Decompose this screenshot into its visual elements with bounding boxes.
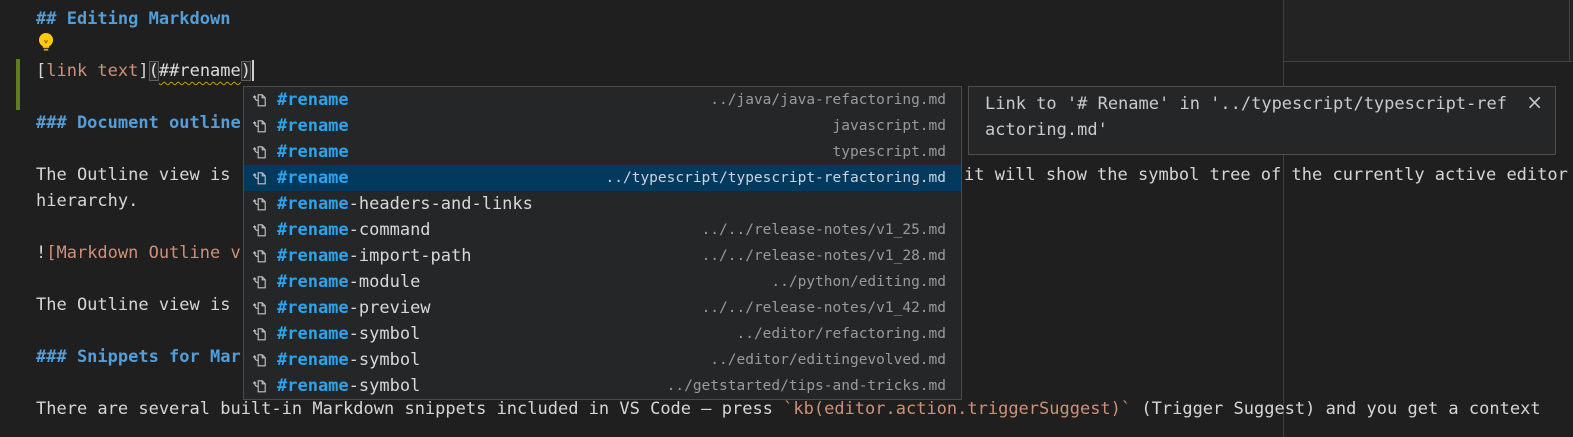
heading-snippets[interactable]: ### Snippets for Mar	[36, 344, 241, 370]
panel-bottom-line	[1283, 61, 1573, 62]
reference-icon	[252, 144, 268, 160]
line-hierarchy[interactable]: hierarchy.	[36, 188, 138, 214]
line-outline-2[interactable]: The Outline view is	[36, 292, 230, 318]
line-outline-right[interactable]: it will show the symbol tree of the curr…	[964, 162, 1568, 188]
text-segment-squiggle: ##rename	[159, 61, 241, 81]
text-segment-text: (Trigger Suggest) and you get a context	[1131, 399, 1540, 419]
suggestion-file-path: ../../release-notes/v1_25.md	[702, 222, 946, 238]
close-icon[interactable]: ×	[1526, 91, 1543, 113]
suggestion-file-path: ../../release-notes/v1_28.md	[702, 248, 946, 264]
suggestion-item-selected[interactable]: #rename ../typescript/typescript-refactor…	[244, 165, 961, 191]
suggestion-label-match: #rename	[277, 194, 349, 214]
text-segment-heading: ## Editing Markdown	[36, 9, 230, 29]
suggestion-item[interactable]: #rename-command ../../release-notes/v1_25…	[244, 217, 961, 243]
suggestion-item[interactable]: #rename typescript.md	[244, 139, 961, 165]
text-segment-link: [Markdown Outline v	[46, 243, 240, 263]
line-link-edit[interactable]: [link text](##rename)	[36, 58, 254, 84]
suggestion-label-match: #rename	[277, 376, 349, 396]
text-segment-bracket: )	[241, 61, 251, 81]
panel-edge-line	[1569, 0, 1570, 61]
suggestion-label-match: #rename	[277, 246, 349, 266]
suggestion-item[interactable]: #rename ../java/java-refactoring.md	[244, 87, 961, 113]
text-segment-text: The Outline view is	[36, 165, 230, 185]
suggestion-label-match: #rename	[277, 116, 349, 136]
text-segment-bracket: (	[149, 61, 159, 81]
text-segment-punct: [	[36, 61, 46, 81]
suggestion-label-match: #rename	[277, 350, 349, 370]
suggestion-item[interactable]: #rename-symbol ../getstarted/tips-and-tri…	[244, 373, 961, 399]
reference-icon	[252, 170, 268, 186]
suggestion-file-path: typescript.md	[833, 144, 947, 160]
text-cursor	[252, 60, 254, 81]
suggestion-label-match: #rename	[277, 220, 349, 240]
suggestion-label-rest: -command	[349, 220, 431, 240]
suggestion-item[interactable]: #rename javascript.md	[244, 113, 961, 139]
suggestion-file-path: ../getstarted/tips-and-tricks.md	[667, 378, 946, 394]
heading-document-outline[interactable]: ### Document outline	[36, 110, 241, 136]
text-segment-text: The Outline view is	[36, 295, 230, 315]
suggestion-file-path: ../editor/refactoring.md	[736, 326, 946, 342]
suggestion-label-rest: -import-path	[349, 246, 472, 266]
suggestion-label-match: #rename	[277, 298, 349, 318]
text-segment-link: link text	[46, 61, 138, 81]
suggestion-file-path: ../typescript/typescript-refactoring.md	[606, 170, 946, 186]
lightbulb-icon[interactable]	[36, 31, 56, 60]
reference-icon	[252, 196, 268, 212]
suggestion-item[interactable]: #rename-module ../python/editing.md	[244, 269, 961, 295]
suggest-details-popup: Link to '# Rename' in '../typescript/typ…	[968, 86, 1556, 155]
suggestion-label-rest: -module	[349, 272, 421, 292]
reference-icon	[252, 118, 268, 134]
reference-icon	[252, 222, 268, 238]
text-segment-text: There are several built-in Markdown snip…	[36, 399, 783, 419]
editor-ruler-line	[1283, 0, 1284, 437]
suggestion-label-match: #rename	[277, 324, 349, 344]
heading-editing-markdown[interactable]: ## Editing Markdown	[36, 6, 230, 32]
text-segment-text: it will show the symbol tree of the curr…	[964, 165, 1568, 185]
suggestion-label-rest: -symbol	[349, 324, 421, 344]
reference-icon	[252, 326, 268, 342]
suggestion-item[interactable]: #rename-preview ../../release-notes/v1_42…	[244, 295, 961, 321]
line-image-markdown-outline[interactable]: ![Markdown Outline v	[36, 240, 241, 266]
suggestion-item[interactable]: #rename-import-path ../../release-notes/v…	[244, 243, 961, 269]
text-segment-text: hierarchy.	[36, 191, 138, 211]
line-outline-left[interactable]: The Outline view is	[36, 162, 230, 188]
gutter-modified-indicator	[16, 59, 20, 110]
reference-icon	[252, 274, 268, 290]
suggestion-label-match: #rename	[277, 90, 349, 110]
suggestion-label-match: #rename	[277, 272, 349, 292]
suggestion-label-match: #rename	[277, 142, 349, 162]
suggestion-item[interactable]: #rename-symbol ../editor/editingevolved.m…	[244, 347, 961, 373]
suggestion-item[interactable]: #rename-headers-and-links	[244, 191, 961, 217]
suggestion-file-path: ../python/editing.md	[771, 274, 946, 290]
reference-icon	[252, 248, 268, 264]
reference-icon	[252, 378, 268, 394]
suggestion-label-match: #rename	[277, 168, 349, 188]
text-segment-punct: !	[36, 243, 46, 263]
suggest-details-text: Link to '# Rename' in '../typescript/typ…	[985, 91, 1507, 143]
suggestion-label-rest: -symbol	[349, 350, 421, 370]
top-right-panel-corner	[1283, 0, 1573, 61]
suggest-widget: #rename ../java/java-refactoring.md #rena…	[243, 86, 962, 400]
suggestion-file-path: ../../release-notes/v1_42.md	[702, 300, 946, 316]
suggestion-label-rest: -headers-and-links	[349, 194, 533, 214]
reference-icon	[252, 92, 268, 108]
reference-icon	[252, 300, 268, 316]
text-segment-heading: ### Snippets for Mar	[36, 347, 241, 367]
text-segment-punct: ]	[138, 61, 148, 81]
suggestion-file-path: javascript.md	[833, 118, 947, 134]
suggestion-label-rest: -preview	[349, 298, 431, 318]
reference-icon	[252, 352, 268, 368]
vscode-editor: { "colors": { "editor_bg": "#1F1F20", "t…	[0, 0, 1573, 437]
suggestion-item[interactable]: #rename-symbol ../editor/refactoring.md	[244, 321, 961, 347]
suggestion-file-path: ../java/java-refactoring.md	[710, 92, 946, 108]
suggestion-label-rest: -symbol	[349, 376, 421, 396]
suggestion-file-path: ../editor/editingevolved.md	[710, 352, 946, 368]
text-segment-link: `kb(editor.action.triggerSuggest)`	[783, 399, 1131, 419]
text-segment-heading: ### Document outline	[36, 113, 241, 133]
